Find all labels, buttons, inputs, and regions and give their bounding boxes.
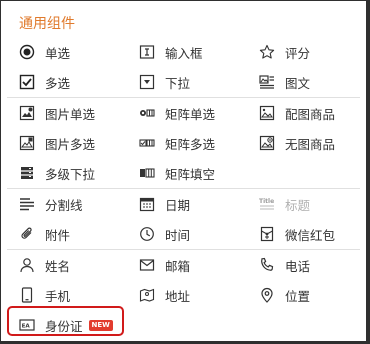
star-icon (259, 44, 275, 60)
component-grid: 单选 输入框 评分多选 下拉 图文图片单选 矩阵单选 配图商品图片多选 矩阵多选 无图商品多级下… (1, 37, 366, 340)
component-label: 邮箱 (165, 258, 191, 274)
highlight-box (7, 306, 124, 336)
component-item-radio[interactable]: 单选 (19, 37, 70, 67)
location-icon (259, 287, 275, 303)
component-label: 电话 (285, 258, 311, 274)
panel-title: 通用组件 (19, 16, 75, 32)
image-radio-icon (19, 105, 35, 121)
component-row: 单选 输入框 评分 (1, 37, 366, 67)
component-label: 附件 (45, 227, 71, 243)
component-label: 多级下拉 (45, 166, 96, 182)
component-row: 多选 下拉 图文 (1, 67, 366, 97)
title-icon: Title (259, 196, 275, 212)
component-item-input-box[interactable]: 输入框 (139, 37, 203, 67)
component-item-checkbox[interactable]: 多选 (19, 67, 70, 97)
component-row: 分割线 日期 Title 标题 (1, 189, 366, 219)
clock-icon (139, 226, 155, 242)
component-label: 图文 (285, 75, 311, 91)
mail-icon (139, 257, 155, 273)
person-icon (19, 257, 35, 273)
component-label: 无图商品 (285, 136, 336, 152)
component-item-person[interactable]: 姓名 (19, 250, 70, 280)
component-label: 日期 (165, 197, 191, 213)
component-label: 矩阵单选 (165, 106, 216, 122)
component-row: 姓名 邮箱 电话 (1, 250, 366, 280)
component-item-no-image-product[interactable]: 无图商品 (259, 128, 335, 158)
mobile-icon (19, 287, 35, 303)
component-panel: 通用组件 单选 输入框 评分多选 下拉 图文图片单选 矩阵单选 配图商品图片多选 矩阵多选 无图… (1, 1, 366, 341)
component-item-map[interactable]: 地址 (139, 280, 190, 310)
component-label: 图片单选 (45, 106, 96, 122)
component-label: 微信红包 (285, 227, 336, 243)
component-label: 地址 (165, 288, 191, 304)
component-label: 手机 (45, 288, 71, 304)
matrix-checkbox-icon (139, 135, 155, 151)
image-text-icon (259, 74, 275, 90)
no-image-product-icon (259, 135, 275, 151)
component-row: 图片单选 矩阵单选 配图商品 (1, 98, 366, 128)
component-item-star[interactable]: 评分 (259, 37, 310, 67)
component-label: 位置 (285, 288, 311, 304)
component-row: 附件 时间 微信红包 (1, 219, 366, 249)
component-label: 图片多选 (45, 136, 96, 152)
component-item-matrix-checkbox[interactable]: 矩阵多选 (139, 128, 215, 158)
component-item-image-text[interactable]: 图文 (259, 67, 310, 97)
component-row: 图片多选 矩阵多选 无图商品 (1, 128, 366, 158)
component-label: 时间 (165, 227, 191, 243)
matrix-radio-icon (139, 105, 155, 121)
checkbox-icon (19, 74, 35, 90)
component-item-matrix-radio[interactable]: 矩阵单选 (139, 98, 215, 128)
component-item-calendar[interactable]: 日期 (139, 189, 190, 219)
component-label: 姓名 (45, 258, 71, 274)
phone-icon (259, 257, 275, 273)
component-item-title[interactable]: Title 标题 (259, 189, 310, 219)
component-item-image-radio[interactable]: 图片单选 (19, 98, 95, 128)
image-checkbox-icon (19, 135, 35, 151)
component-item-phone[interactable]: 电话 (259, 250, 310, 280)
attachment-icon (19, 226, 35, 242)
component-label: 下拉 (165, 75, 191, 91)
component-item-red-envelope[interactable]: 微信红包 (259, 219, 335, 249)
component-label: 标题 (285, 197, 311, 213)
svg-text:Title: Title (259, 198, 274, 205)
component-item-attachment[interactable]: 附件 (19, 219, 70, 249)
component-item-location[interactable]: 位置 (259, 280, 310, 310)
component-row: 多级下拉 矩阵填空 (1, 158, 366, 188)
component-item-clock[interactable]: 时间 (139, 219, 190, 249)
radio-icon (19, 44, 35, 60)
component-label: 输入框 (165, 45, 203, 61)
image-product-icon (259, 105, 275, 121)
multi-level-dropdown-icon (19, 165, 35, 181)
component-label: 评分 (285, 45, 311, 61)
component-item-separator[interactable]: 分割线 (19, 189, 83, 219)
component-label: 矩阵填空 (165, 166, 216, 182)
component-item-image-checkbox[interactable]: 图片多选 (19, 128, 95, 158)
component-label: 矩阵多选 (165, 136, 216, 152)
component-item-matrix-fill[interactable]: 矩阵填空 (139, 158, 215, 188)
calendar-icon (139, 196, 155, 212)
input-box-icon (139, 44, 155, 60)
component-label: 多选 (45, 75, 71, 91)
separator-icon (19, 196, 35, 212)
map-icon (139, 287, 155, 303)
component-item-dropdown[interactable]: 下拉 (139, 67, 190, 97)
component-item-multi-level-dropdown[interactable]: 多级下拉 (19, 158, 95, 188)
component-label: 配图商品 (285, 106, 336, 122)
component-item-mail[interactable]: 邮箱 (139, 250, 190, 280)
matrix-fill-icon (139, 165, 155, 181)
component-item-image-product[interactable]: 配图商品 (259, 98, 335, 128)
component-label: 分割线 (45, 197, 83, 213)
red-envelope-icon (259, 226, 275, 242)
component-label: 单选 (45, 45, 71, 61)
dropdown-icon (139, 74, 155, 90)
